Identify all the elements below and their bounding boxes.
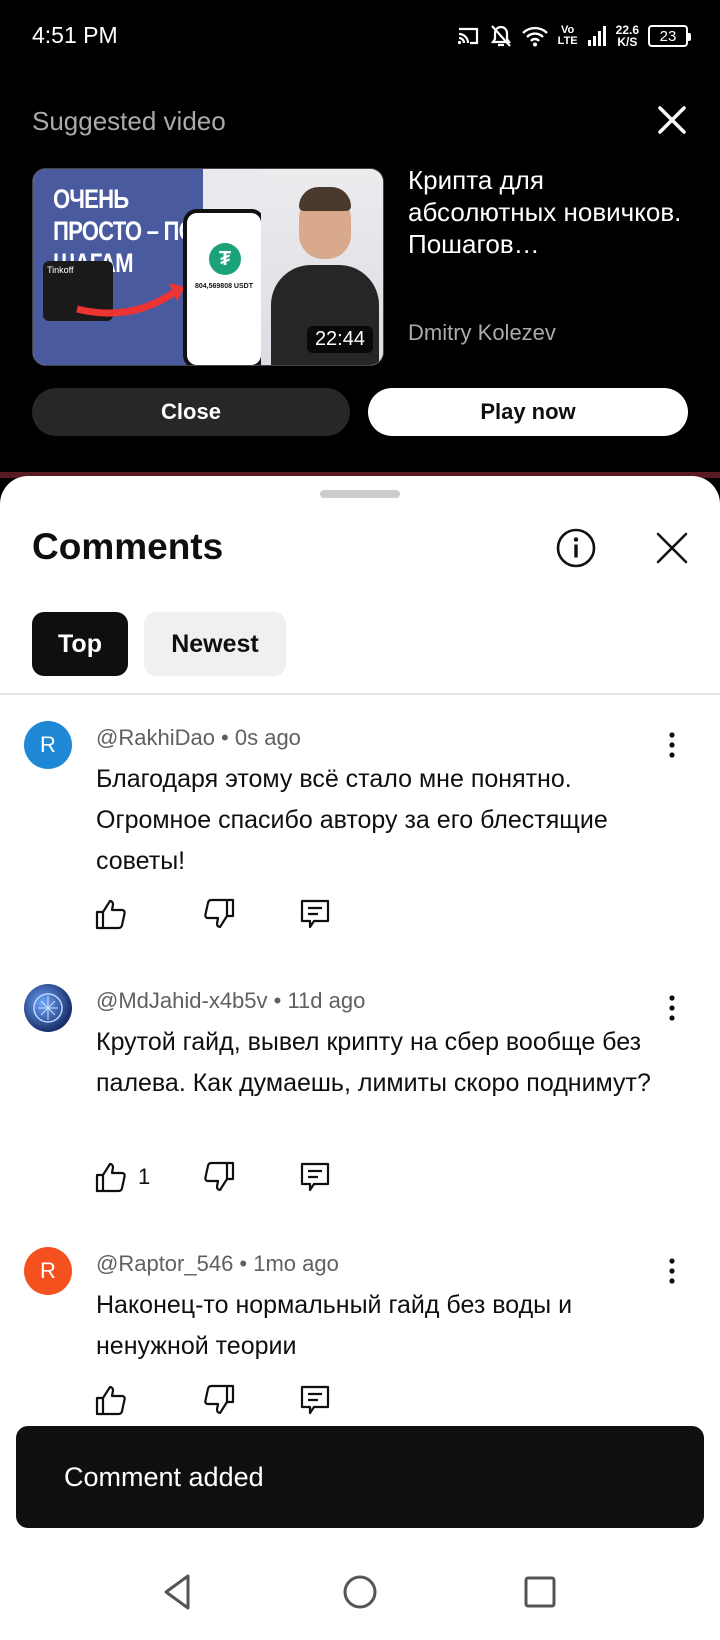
arrow-graphic [76,283,185,317]
more-vert-icon [669,732,675,758]
recents-icon [524,1576,556,1608]
network-speed: 22.6 K/S [616,24,639,48]
battery-indicator: 23 [648,25,691,47]
sort-chip-top[interactable]: Top [32,612,128,676]
thumbs-up-icon[interactable] [94,897,128,931]
snackbar: Comment added [16,1426,704,1528]
signal-icon [587,26,606,46]
divider [0,693,720,695]
comment-actions: 1 [94,1160,332,1194]
comment-text: Благодаря этому всё стало мне понятно. О… [96,765,608,875]
thumbs-up-icon[interactable] [94,1383,128,1417]
recents-button[interactable] [516,1568,564,1616]
comment-meta[interactable]: @Raptor_546 • 1mo ago [96,1251,339,1277]
more-vert-icon [669,1258,675,1284]
video-duration: 22:44 [306,326,373,353]
info-button[interactable] [554,526,598,570]
snackbar-message: Comment added [64,1461,264,1492]
notifications-off-icon [490,25,511,47]
system-nav-bar [0,1544,720,1640]
cast-icon [457,27,478,45]
avatar[interactable]: R [24,721,72,769]
suggested-close-button[interactable] [652,100,692,140]
thumbs-down-icon[interactable] [202,1160,236,1194]
thumbs-down-icon[interactable] [202,1383,236,1417]
status-time: 4:51 PM [32,22,118,48]
sort-chip-newest[interactable]: Newest [144,612,286,676]
comment-text: Крутой гайд, вывел крипту на сбер вообще… [96,1028,651,1097]
status-bar: 4:51 PM Vo LTE 22.6 K/S 23 [0,0,720,72]
screen: 4:51 PM Vo LTE 22.6 K/S 23 Suggested video… [0,0,720,1640]
person-hair [299,187,351,211]
thumbs-down-icon[interactable] [202,897,236,931]
home-icon [343,1575,377,1609]
home-button[interactable] [336,1568,384,1616]
comment-text: Наконец-то нормальный гайд без воды и не… [96,1291,573,1360]
close-icon [656,532,688,564]
comment-actions [94,897,332,931]
like-count: 1 [138,1164,151,1189]
thumbs-up-icon[interactable] [94,1160,128,1194]
speed-unit: K/S [617,35,638,49]
comment-meta[interactable]: @MdJahid-x4b5v • 11d ago [96,988,365,1014]
comments-close-button[interactable] [652,526,692,570]
network-label: Vo LTE [557,24,578,47]
card-text: Tinkoff [47,265,74,275]
status-icons: Vo LTE 22.6 K/S 23 [457,20,691,52]
back-button[interactable] [154,1568,202,1616]
video-thumbnail[interactable]: ОЧЕНЬ ПРОСТО – ПО ШАГАМ Tinkoff ₮ 804,56… [32,168,384,366]
suggested-heading: Suggested video [32,106,226,136]
info-icon [556,528,596,568]
reply-icon[interactable] [298,1160,332,1194]
phone-graphic: ₮ 804,569808 USDT [183,209,265,365]
more-vert-icon [669,995,675,1021]
play-now-button[interactable]: Play now [368,388,688,436]
phone-amount: 804,569808 USDT [195,283,253,290]
comments-title: Comments [32,526,224,567]
video-title[interactable]: Крипта для абсолютных новичков. Пошагов… [408,164,690,260]
avatar-image [33,993,63,1023]
avatar[interactable]: R [24,1247,72,1295]
tether-icon: ₮ [209,243,241,275]
back-icon [164,1574,190,1610]
close-button[interactable]: Close [32,388,350,436]
avatar[interactable] [24,984,72,1032]
more-options-button[interactable] [656,729,688,761]
more-options-button[interactable] [656,992,688,1024]
reply-icon[interactable] [298,1383,332,1417]
more-options-button[interactable] [656,1255,688,1287]
drag-handle[interactable] [320,490,400,498]
wifi-icon [521,26,548,47]
reply-icon[interactable] [298,897,332,931]
comment-actions [94,1383,332,1417]
video-channel[interactable]: Dmitry Kolezev [408,320,556,346]
comment-meta[interactable]: @RakhiDao • 0s ago [96,725,301,751]
suggested-video-panel: Suggested video ОЧЕНЬ ПРОСТО – ПО ШАГАМ … [0,72,720,472]
close-icon [658,106,686,134]
comments-sheet: Comments Top Newest R @RakhiDao • 0s ago… [0,476,720,1544]
